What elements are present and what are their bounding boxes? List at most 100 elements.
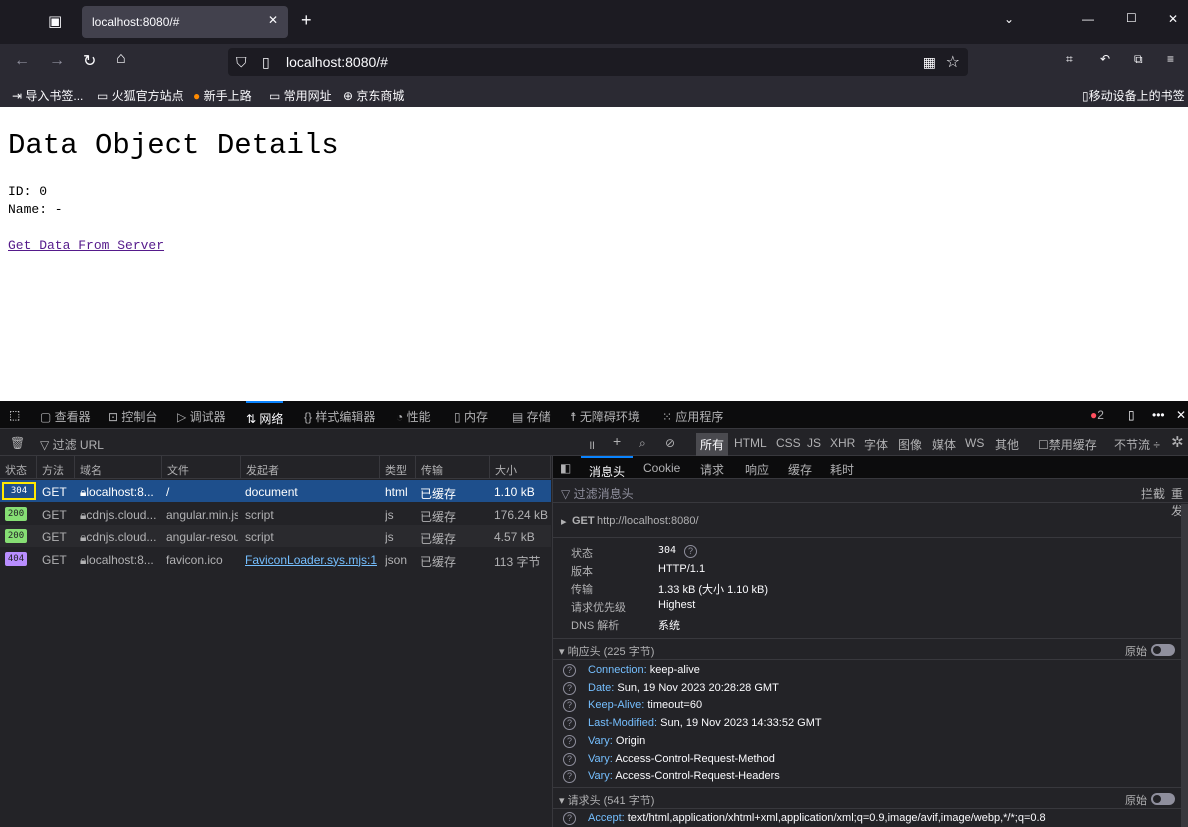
header-entry[interactable]: Connection: keep-alive [588, 664, 700, 676]
response-headers-section[interactable]: ▾ 响应头 (225 字节) 原始 [553, 638, 1188, 660]
table-row[interactable]: 404 GET 🔒︎localhost:8... favicon.ico Favicon… [0, 547, 551, 570]
col-size[interactable]: 大小 [490, 456, 551, 479]
col-file[interactable]: 文件 [162, 456, 241, 479]
col-status[interactable]: 状态 [0, 456, 37, 479]
table-row[interactable]: 200 GET 🔒︎cdnjs.cloud... angular-resour scri… [0, 525, 551, 547]
cell-initiator[interactable]: FaviconLoader.sys.mjs:17... [245, 553, 377, 567]
scrollbar[interactable] [1181, 504, 1188, 827]
col-initiator[interactable]: 发起者 [241, 456, 380, 479]
filter-fonts[interactable]: 字体 [864, 436, 888, 453]
window-close-icon[interactable]: ✕ [1168, 12, 1178, 26]
toggle-sidebar-icon[interactable]: ◧ [560, 461, 571, 475]
bookmark-firefox-site[interactable]: ▭ 火狐官方站点 [97, 87, 184, 104]
col-type[interactable]: 类型 [380, 456, 416, 479]
tab-cookies[interactable]: Cookie [643, 461, 680, 475]
tab-storage[interactable]: ▤ 存储 [512, 408, 551, 425]
tab-headers[interactable]: 消息头 [581, 456, 634, 479]
help-icon[interactable]: ? [563, 717, 576, 731]
help-icon[interactable]: ? [563, 770, 576, 784]
url-text[interactable]: localhost:8080/# [286, 54, 388, 70]
forward-icon[interactable]: → [49, 52, 65, 70]
tab-response[interactable]: 响应 [745, 461, 769, 478]
tab-list-icon[interactable]: ▣ [48, 12, 62, 30]
tab-inspector[interactable]: ▢ 查看器 [40, 408, 91, 425]
mobile-bookmarks[interactable]: ▯移动设备上的书签 [1082, 87, 1185, 104]
menu-icon[interactable]: ≡ [1167, 52, 1174, 66]
search-icon[interactable]: ⌕ [639, 436, 646, 451]
help-icon[interactable]: ? [563, 734, 576, 748]
screenshot-icon[interactable]: ⌗ [1066, 52, 1073, 67]
filter-css[interactable]: CSS [776, 436, 801, 450]
help-icon[interactable]: ? [563, 699, 576, 713]
close-tab-icon[interactable]: ✕ [268, 13, 278, 27]
col-method[interactable]: 方法 [37, 456, 75, 479]
minimize-icon[interactable]: — [1082, 12, 1094, 26]
url-bar[interactable]: ⛉ ▯ localhost:8080/# ▦ ☆ [228, 48, 968, 76]
pause-icon[interactable]: ॥ [588, 436, 595, 453]
tab-accessibility[interactable]: ☨ 无障碍环境 [570, 408, 640, 425]
more-options-icon[interactable]: ••• [1152, 408, 1165, 422]
request-headers-section[interactable]: ▾ 请求头 (541 字节) 原始 [553, 787, 1188, 809]
responsive-design-icon[interactable]: ▯ [1128, 408, 1135, 422]
tab-memory[interactable]: ▯ 内存 [454, 408, 488, 425]
filter-js[interactable]: JS [807, 436, 821, 450]
close-devtools-icon[interactable]: ✕ [1176, 408, 1186, 422]
throttle-select[interactable]: 不节流 ÷ [1114, 436, 1160, 453]
tab-cache[interactable]: 缓存 [788, 461, 812, 478]
tab-request[interactable]: 请求 [700, 461, 724, 478]
tab-style-editor[interactable]: {} 样式编辑器 [304, 408, 375, 425]
filter-html[interactable]: HTML [734, 436, 767, 450]
tab-timings[interactable]: 耗时 [830, 461, 854, 478]
block-icon[interactable]: ⊘ [665, 436, 675, 450]
col-domain[interactable]: 域名 [75, 456, 162, 479]
add-icon[interactable]: + [613, 433, 621, 449]
maximize-icon[interactable]: ☐ [1126, 11, 1137, 25]
raw-toggle[interactable] [1151, 644, 1175, 656]
request-line[interactable]: ▸ GET http://localhost:8080/ [553, 504, 1181, 538]
raw-toggle[interactable] [1151, 793, 1175, 805]
block-button[interactable]: 拦截 [1141, 485, 1165, 502]
tab-network[interactable]: ⇅ 网络 [246, 401, 284, 429]
header-entry[interactable]: Vary: Access-Control-Request-Method [588, 753, 775, 765]
tab-console[interactable]: ⊡ 控制台 [108, 408, 157, 425]
table-row[interactable]: 200 GET 🔒︎cdnjs.cloud... angular.min.js scri… [0, 502, 551, 525]
filter-ws[interactable]: WS [965, 436, 984, 450]
tab-debugger[interactable]: ▷ 调试器 [177, 408, 226, 425]
settings-gear-icon[interactable]: ✲ [1171, 433, 1184, 451]
qr-code-icon[interactable]: ▦ [923, 54, 936, 71]
help-icon[interactable]: ? [563, 812, 576, 825]
help-icon[interactable]: ? [563, 664, 576, 677]
help-icon[interactable]: ? [563, 681, 576, 695]
get-data-link[interactable]: Get Data From Server [8, 238, 164, 253]
chevron-down-icon[interactable]: ⌄ [1004, 12, 1014, 26]
col-transfer[interactable]: 传输 [416, 456, 490, 479]
filter-media[interactable]: 媒体 [932, 436, 956, 453]
header-entry[interactable]: Date: Sun, 19 Nov 2023 20:28:28 GMT [588, 682, 779, 694]
undo-icon[interactable]: ↶ [1100, 52, 1110, 66]
table-row[interactable]: 304 GET 🔒︎localhost:8... / document html 已缓存 1.… [0, 480, 551, 502]
back-icon[interactable]: ← [14, 52, 30, 70]
bookmark-common-sites[interactable]: ▭ 常用网址 [269, 87, 332, 104]
extensions-icon[interactable]: ⧉ [1134, 52, 1143, 67]
tab-performance[interactable]: ◔ 性能 [396, 408, 431, 425]
header-entry[interactable]: Keep-Alive: timeout=60 [588, 699, 702, 711]
help-icon[interactable]: ? [563, 752, 576, 766]
filter-images[interactable]: 图像 [898, 436, 922, 453]
disable-cache-checkbox[interactable]: ☐禁用缓存 [1038, 436, 1097, 453]
filter-other[interactable]: 其他 [995, 436, 1019, 453]
home-icon[interactable]: ⌂ [116, 50, 126, 68]
clear-icon[interactable]: 🗑 [10, 436, 25, 450]
browser-tab[interactable]: localhost:8080/# ✕ [82, 6, 288, 38]
bookmark-jd[interactable]: ⊕ 京东商城 [343, 87, 404, 104]
header-filter-input[interactable]: ▽ 过滤消息头 [561, 485, 634, 502]
new-tab-icon[interactable]: + [301, 10, 312, 31]
tab-application[interactable]: ⁙ 应用程序 [662, 408, 723, 425]
header-entry[interactable]: Vary: Access-Control-Request-Headers [588, 770, 780, 782]
help-icon[interactable]: ? [684, 545, 697, 558]
error-count[interactable]: ●2 [1090, 408, 1104, 422]
header-entry[interactable]: Vary: Origin [588, 735, 645, 747]
shield-icon[interactable]: ⛉ [236, 54, 247, 71]
header-entry[interactable]: Accept: text/html,application/xhtml+xml,… [588, 812, 1046, 824]
filter-all[interactable]: 所有 [696, 433, 729, 456]
url-filter-input[interactable]: ▽ 过滤 URL [40, 436, 104, 453]
